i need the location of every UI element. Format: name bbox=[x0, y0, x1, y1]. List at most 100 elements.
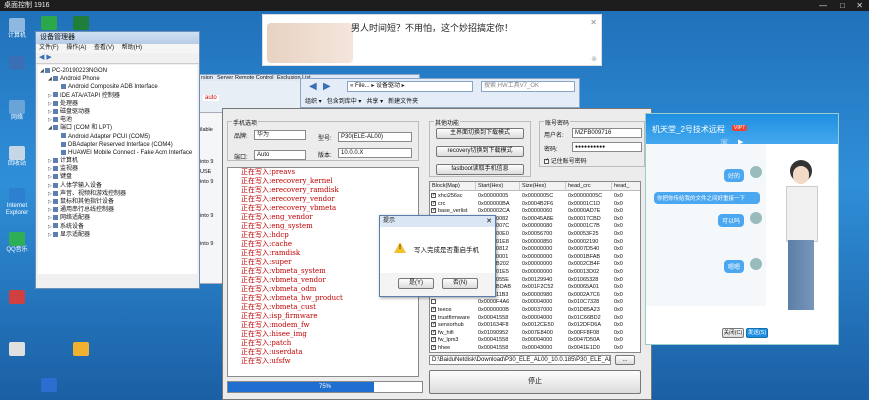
device-tree-item[interactable]: HUAWEI Mobile Connect - Fake Acm Interfa… bbox=[38, 149, 197, 157]
remember-checkbox[interactable]: 记住账号密码 bbox=[544, 156, 587, 165]
device-tree-item[interactable]: Android Composite ADB Interface bbox=[38, 83, 197, 91]
address-bar[interactable]: « File... ▸ 设备驱动 ▸ bbox=[347, 81, 473, 92]
desktop-icon[interactable] bbox=[34, 16, 64, 31]
dialog-yes-button[interactable]: 是(Y) bbox=[398, 278, 434, 289]
menu-action[interactable]: 操作(A) bbox=[66, 45, 86, 51]
device-tree-item[interactable]: ▷ 声音、视频和游戏控制器 bbox=[38, 190, 197, 198]
row-checkbox[interactable] bbox=[431, 343, 436, 351]
bg-tab[interactable]: rsion bbox=[201, 75, 213, 81]
col-head[interactable]: head_ bbox=[612, 182, 640, 191]
stop-button[interactable]: 停止 bbox=[429, 370, 641, 394]
remote-close-button[interactable]: ✕ bbox=[856, 0, 863, 11]
desktop-icon[interactable]: 网络 bbox=[2, 100, 32, 122]
device-tree-item[interactable]: ▷ 网络适配器 bbox=[38, 214, 197, 222]
desktop-app-icon[interactable] bbox=[9, 290, 25, 304]
dialog-close-icon[interactable]: ✕ bbox=[486, 216, 492, 227]
row-checkbox[interactable] bbox=[431, 320, 436, 329]
device-tree-item[interactable]: ◢ Android Phone bbox=[38, 75, 197, 83]
row-checkbox[interactable] bbox=[431, 313, 436, 321]
ad-close-icon[interactable]: ✕ bbox=[590, 18, 597, 27]
desktop-icon[interactable]: 回收站 bbox=[2, 146, 32, 168]
desktop-icon[interactable] bbox=[34, 378, 64, 393]
row-checkbox[interactable] bbox=[431, 328, 436, 336]
desktop-app-icon[interactable] bbox=[9, 56, 25, 70]
avatar[interactable] bbox=[750, 166, 762, 178]
ad-image[interactable] bbox=[267, 23, 353, 63]
desktop-icon[interactable]: QQ音乐 bbox=[2, 232, 32, 254]
bg-tab[interactable]: Remote Control bbox=[235, 75, 274, 81]
row-checkbox[interactable] bbox=[431, 335, 436, 344]
include-library-menu[interactable]: 包含到库中 ▾ bbox=[327, 99, 362, 105]
desktop-app-icon[interactable] bbox=[9, 100, 25, 114]
desktop-icon[interactable] bbox=[66, 342, 96, 357]
remember-check-icon[interactable] bbox=[544, 157, 549, 164]
recovery-download-mode-button[interactable]: recovery切换到下载模式 bbox=[436, 146, 524, 157]
device-tree-item[interactable]: ▷ 通用串行总线控制器 bbox=[38, 206, 197, 214]
table-row[interactable]: hhee 0x00041558 0x00043000 0x0041E1D0 0x0 bbox=[430, 343, 640, 352]
device-tree-item[interactable]: ▷ 磁盘驱动器 bbox=[38, 108, 197, 116]
back-arrow-icon[interactable]: ◀ bbox=[309, 81, 317, 92]
qq-send-button[interactable]: 发送(S) bbox=[746, 328, 768, 338]
device-manager-window[interactable]: 设备管理器 文件(F) 操作(A) 查看(V) 帮助(H) ◀ ▶ ◢ PC-20… bbox=[35, 31, 200, 289]
device-tree-item[interactable]: ▷ 显示适配器 bbox=[38, 231, 197, 239]
desktop-app-icon[interactable] bbox=[9, 232, 25, 246]
forward-arrow-icon[interactable]: ▶ bbox=[323, 81, 331, 92]
device-tree-item[interactable]: ◢ PC-20190223NGON bbox=[38, 67, 197, 75]
qq-header[interactable]: 机天堂_2号技术远程 VIP7 ☏ ▶ bbox=[646, 114, 838, 146]
password-input[interactable]: ●●●●●●●●●● bbox=[572, 142, 642, 152]
col-block[interactable]: Block(Map) bbox=[430, 182, 476, 191]
desktop-icon[interactable] bbox=[2, 342, 32, 357]
device-tree-item[interactable]: ▷ 系统设备 bbox=[38, 223, 197, 231]
qq-chat-window[interactable]: 机天堂_2号技术远程 VIP7 ☏ ▶ 好的 你把你传给我的文件之间好重接一下 … bbox=[645, 113, 839, 345]
bg-tab[interactable]: Server bbox=[217, 75, 233, 81]
qq-message-area[interactable]: 好的 你把你传给我的文件之间好重接一下 可以吗 嗯嗯 bbox=[646, 144, 766, 306]
device-tree-item[interactable]: ▷ 键盘 bbox=[38, 173, 197, 181]
dialog-no-button[interactable]: 否(N) bbox=[442, 278, 478, 289]
ad-banner[interactable]: 男人时间短？不用怕，这个妙招搞定你！ ✕ ⊗ bbox=[262, 14, 602, 66]
firmware-path-input[interactable]: D:\BaiduNetdisk\Download\P30_ELE_AL00_10… bbox=[429, 355, 611, 365]
col-head-crc[interactable]: head_crc bbox=[566, 182, 612, 191]
brand-select[interactable]: 华为 bbox=[254, 130, 306, 140]
username-input[interactable]: MZFB009716 bbox=[572, 128, 642, 138]
dialog-titlebar[interactable]: 提示 ✕ bbox=[380, 216, 495, 227]
menu-view[interactable]: 查看(V) bbox=[94, 45, 114, 51]
port-select[interactable]: Auto bbox=[254, 150, 306, 160]
desktop-icon[interactable] bbox=[2, 56, 32, 71]
search-input[interactable]: 搜索 HW工具V7_OK bbox=[481, 81, 575, 92]
col-start[interactable]: Start(Hex) bbox=[476, 182, 520, 191]
remote-minimize-button[interactable]: — bbox=[819, 0, 827, 11]
device-manager-titlebar[interactable]: 设备管理器 bbox=[36, 32, 199, 44]
desktop-app-icon[interactable] bbox=[73, 342, 89, 356]
row-checkbox[interactable] bbox=[431, 191, 436, 199]
device-tree-item[interactable]: DBAdapter Reserved Interface (COM4) bbox=[38, 141, 197, 149]
col-size[interactable]: Size(Hex) bbox=[520, 182, 566, 191]
device-tree-item[interactable]: ▷ 处理器 bbox=[38, 100, 197, 108]
desktop-app-icon[interactable] bbox=[9, 342, 25, 356]
new-folder-button[interactable]: 新建文件夹 bbox=[388, 99, 418, 105]
row-checkbox[interactable] bbox=[431, 206, 436, 215]
version-select[interactable]: 10.0.0.X bbox=[338, 148, 412, 158]
desktop-app-icon[interactable] bbox=[41, 16, 57, 30]
device-tree-item[interactable]: Android Adapter PCUI (COM5) bbox=[38, 133, 197, 141]
row-checkbox[interactable] bbox=[431, 199, 436, 207]
desktop-icon[interactable]: 计算机 bbox=[2, 18, 32, 40]
desktop-icon[interactable]: Internet Explorer bbox=[2, 188, 32, 217]
device-tree-item[interactable]: ▷ 监视器 bbox=[38, 165, 197, 173]
desktop-app-icon[interactable] bbox=[9, 146, 25, 160]
browse-button[interactable]: ... bbox=[615, 355, 635, 365]
desktop-app-icon[interactable] bbox=[9, 188, 25, 202]
desktop-app-icon[interactable] bbox=[9, 18, 25, 32]
model-select[interactable]: P30(ELE-AL00) bbox=[338, 132, 412, 142]
ad-text[interactable]: 男人时间短？不用怕，这个妙招搞定你！ bbox=[351, 21, 513, 34]
avatar[interactable] bbox=[750, 212, 762, 224]
confirm-dialog[interactable]: 提示 ✕ ! 写入完成是否重启手机 是(Y) 否(N) bbox=[379, 215, 496, 297]
device-tree-item[interactable]: ▷ IDE ATA/ATAPI 控制器 bbox=[38, 92, 197, 100]
desktop-icon[interactable] bbox=[66, 16, 96, 31]
menu-file[interactable]: 文件(F) bbox=[39, 45, 59, 51]
device-tree-item[interactable]: ◢ 端口 (COM 和 LPT) bbox=[38, 124, 197, 132]
device-tree-item[interactable]: ▷ 鼠标和其他指针设备 bbox=[38, 198, 197, 206]
fastboot-read-info-button[interactable]: fastboot读取手机信息 bbox=[436, 164, 524, 175]
desktop-icon[interactable] bbox=[2, 290, 32, 305]
desktop-app-icon[interactable] bbox=[41, 378, 57, 392]
avatar[interactable] bbox=[750, 258, 762, 270]
